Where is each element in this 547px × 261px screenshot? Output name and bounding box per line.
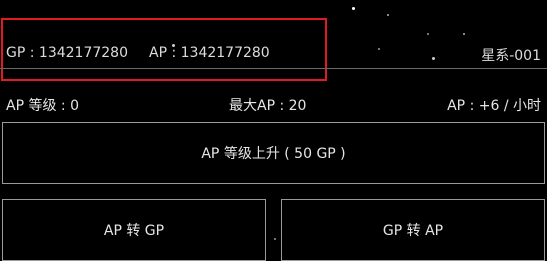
star: [274, 238, 276, 240]
ap-to-gp-button[interactable]: AP 转 GP: [2, 199, 266, 261]
upgrade-ap-level-label: AP 等级上升 ( 50 GP ): [201, 146, 346, 162]
upgrade-ap-level-button[interactable]: AP 等级上升 ( 50 GP ): [2, 122, 545, 184]
ap-counter: AP : 1342177280: [149, 45, 270, 61]
ap-rate-text: AP : +6 / 小时: [447, 98, 541, 114]
gp-counter: GP : 1342177280: [6, 45, 128, 61]
ap-level-text: AP 等级 : 0: [6, 98, 79, 114]
gp-to-ap-label: GP 转 AP: [382, 223, 444, 239]
max-ap-text: 最大AP : 20: [229, 98, 307, 114]
galaxy-label: 星系-001: [481, 48, 541, 64]
gp-to-ap-button[interactable]: GP 转 AP: [281, 199, 545, 261]
header-divider: [0, 68, 547, 69]
ap-to-gp-label: AP 转 GP: [103, 223, 165, 239]
resource-header: GP : 1342177280 AP : 1342177280 星系-001: [0, 0, 547, 81]
